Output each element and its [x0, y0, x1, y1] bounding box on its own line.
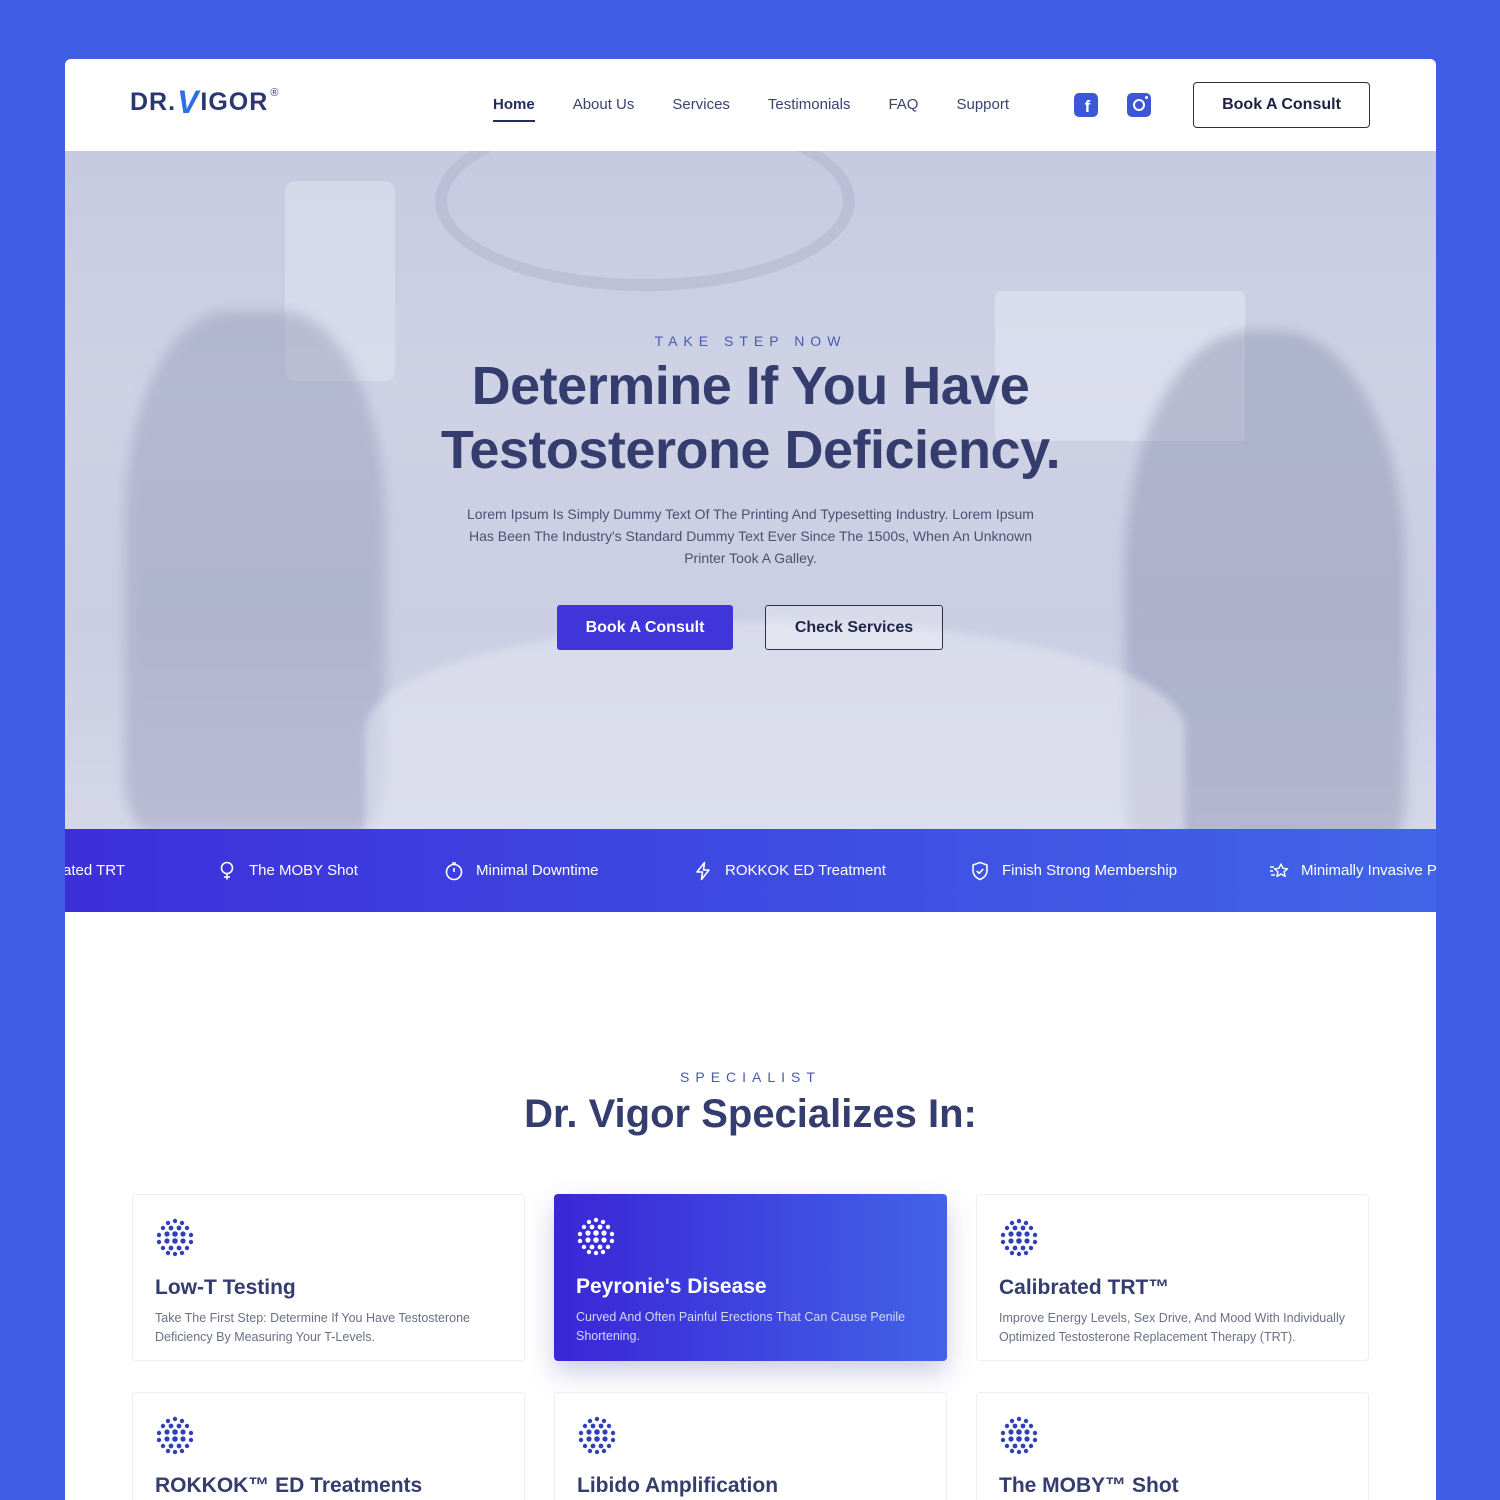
logo-v-mark: V	[177, 84, 200, 120]
specialty-card-text: Curved And Often Painful Erections That …	[576, 1310, 906, 1343]
dot-cluster-icon	[577, 1217, 615, 1256]
nav-item-services[interactable]: Services	[672, 95, 730, 115]
hero-eyebrow: TAKE STEP NOW	[654, 333, 847, 349]
marquee-item: Minimal Downtime	[444, 829, 599, 912]
stopwatch-icon	[444, 861, 464, 881]
brand-logo[interactable]: DR. V IGOR ®	[130, 81, 280, 120]
shield-check-icon	[970, 861, 990, 881]
marquee-item: Finish Strong Membership	[970, 829, 1177, 912]
hero-overlay	[65, 151, 1436, 829]
lightning-icon	[693, 861, 713, 881]
female-symbol-icon	[217, 861, 237, 881]
hero-title: Determine If You Have Testosterone Defic…	[65, 354, 1436, 482]
logo-text-left: DR.	[130, 88, 177, 116]
marquee-item: Minimally Invasive Pr	[1269, 829, 1436, 912]
dot-cluster-icon	[1000, 1416, 1038, 1455]
marquee-item-label: The MOBY Shot	[249, 862, 358, 879]
specialist-title: Dr. Vigor Specializes In:	[524, 1092, 977, 1136]
marquee-item-label: Finish Strong Membership	[1002, 862, 1178, 879]
hero-title-line-1: Determine If You Have	[471, 356, 1030, 416]
nav-item-faq[interactable]: FAQ	[888, 95, 918, 115]
dot-cluster-icon	[156, 1416, 194, 1455]
nav-item-support[interactable]: Support	[956, 95, 1009, 115]
specialty-card-title: Libido Amplification	[577, 1474, 779, 1497]
specialty-card-title: Low-T Testing	[155, 1276, 296, 1299]
features-marquee: ated TRT The MOBY Shot Minimal Downtime …	[65, 829, 1436, 912]
main-nav: Home About Us Services Testimonials FAQ …	[493, 95, 1009, 122]
marquee-item-label: ROKKOK ED Treatment	[725, 862, 886, 879]
dot-cluster-icon	[156, 1218, 194, 1257]
specialty-card[interactable]: Low-T Testing Take The First Step: Determ…	[132, 1194, 525, 1361]
dot-cluster-icon	[1000, 1218, 1038, 1257]
specialty-card-title: ROKKOK™ ED Treatments	[155, 1474, 423, 1497]
specialty-card[interactable]: The MOBY™ Shot	[976, 1392, 1369, 1500]
specialty-card[interactable]: ROKKOK™ ED Treatments	[132, 1392, 525, 1500]
stars-icon	[1269, 861, 1289, 881]
specialty-card-text: Take The First Step: Determine If You Ha…	[155, 1311, 470, 1344]
specialist-eyebrow: SPECIALIST	[680, 1069, 821, 1085]
specialty-card-title: The MOBY™ Shot	[999, 1474, 1179, 1497]
logo-text-right: IGOR	[200, 88, 269, 116]
specialty-card[interactable]: Libido Amplification	[554, 1392, 947, 1500]
facebook-icon[interactable]: f	[1074, 93, 1098, 117]
marquee-item-label: Minimally Invasive Pr	[1301, 862, 1436, 879]
hero-description: Lorem Ipsum Is Simply Dummy Text Of The …	[467, 506, 1034, 566]
nav-item-home[interactable]: Home	[493, 95, 535, 122]
hero-book-consult-button[interactable]: Book A Consult	[557, 605, 733, 650]
specialty-card-title: Calibrated TRT™	[999, 1276, 1170, 1299]
site-header: DR. V IGOR ® Home About Us Services Test…	[65, 59, 1436, 151]
specialty-card[interactable]: Calibrated TRT™ Improve Energy Levels, Se…	[976, 1194, 1369, 1361]
marquee-item-label: Minimal Downtime	[476, 862, 599, 879]
logo-registered-mark: ®	[270, 87, 280, 99]
nav-item-testimonials[interactable]: Testimonials	[768, 95, 851, 115]
header-book-consult-button[interactable]: Book A Consult	[1193, 82, 1370, 128]
hero-title-line-2: Testosterone Deficiency.	[440, 420, 1061, 480]
marquee-item: The MOBY Shot	[217, 829, 358, 912]
marquee-item: ROKKOK ED Treatment	[693, 829, 886, 912]
hero-check-services-button[interactable]: Check Services	[765, 605, 943, 650]
marquee-item: ated TRT	[65, 829, 125, 912]
specialty-card-title: Peyronie's Disease	[576, 1275, 767, 1298]
hero-section: TAKE STEP NOW Determine If You Have Test…	[65, 151, 1436, 829]
specialty-card[interactable]: Peyronie's Disease Curved And Often Painf…	[554, 1194, 947, 1361]
page-frame: DR. V IGOR ® Home About Us Services Test…	[65, 59, 1436, 1500]
dot-cluster-icon	[578, 1416, 616, 1455]
marquee-item-label: ated TRT	[65, 862, 125, 879]
nav-item-about-us[interactable]: About Us	[573, 95, 635, 115]
instagram-icon[interactable]	[1127, 93, 1151, 117]
specialty-card-text: Improve Energy Levels, Sex Drive, And Mo…	[999, 1311, 1345, 1344]
